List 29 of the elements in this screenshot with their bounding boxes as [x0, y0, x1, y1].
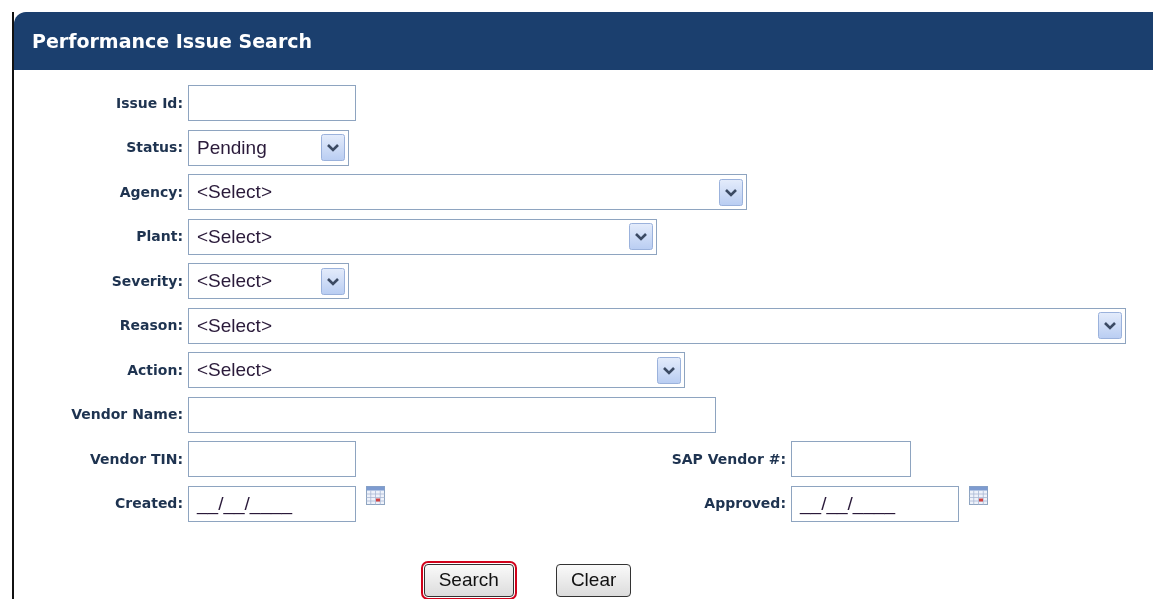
select-field[interactable]: <Select>	[188, 263, 349, 300]
calendar-icon[interactable]	[969, 485, 988, 505]
select-field[interactable]: <Select>	[188, 218, 657, 255]
field-label: Agency:	[118, 182, 184, 202]
field-label: Plant:	[135, 227, 184, 247]
date-field[interactable]: __/__/____	[791, 485, 959, 522]
field-label: SAP Vendor #:	[670, 449, 787, 469]
field-label: Created:	[114, 494, 184, 514]
field-label: Vendor TIN:	[88, 449, 184, 469]
field-label: Approved:	[703, 494, 787, 514]
input-field[interactable]	[188, 441, 356, 478]
input-field[interactable]	[791, 441, 911, 478]
field-label: Reason:	[118, 316, 184, 336]
select-field[interactable]: <Select>	[188, 174, 747, 211]
field-label: Severity:	[110, 271, 184, 291]
search-button[interactable]: Search	[423, 564, 514, 597]
clear-button[interactable]: Clear	[555, 564, 632, 597]
field-label: Vendor Name:	[70, 405, 184, 425]
input-field[interactable]	[188, 85, 356, 122]
input-field[interactable]	[188, 396, 716, 433]
date-field[interactable]: __/__/____	[188, 485, 356, 522]
select-field[interactable]: <Select>	[188, 307, 1126, 344]
field-label: Issue Id:	[114, 93, 184, 113]
select-field[interactable]: <Select>	[188, 352, 685, 389]
calendar-icon[interactable]	[366, 485, 385, 505]
field-label: Status:	[125, 138, 184, 158]
field-label: Action:	[126, 360, 184, 380]
select-field[interactable]: Pending	[188, 129, 349, 166]
panel-title: Performance Issue Search	[14, 12, 1153, 70]
